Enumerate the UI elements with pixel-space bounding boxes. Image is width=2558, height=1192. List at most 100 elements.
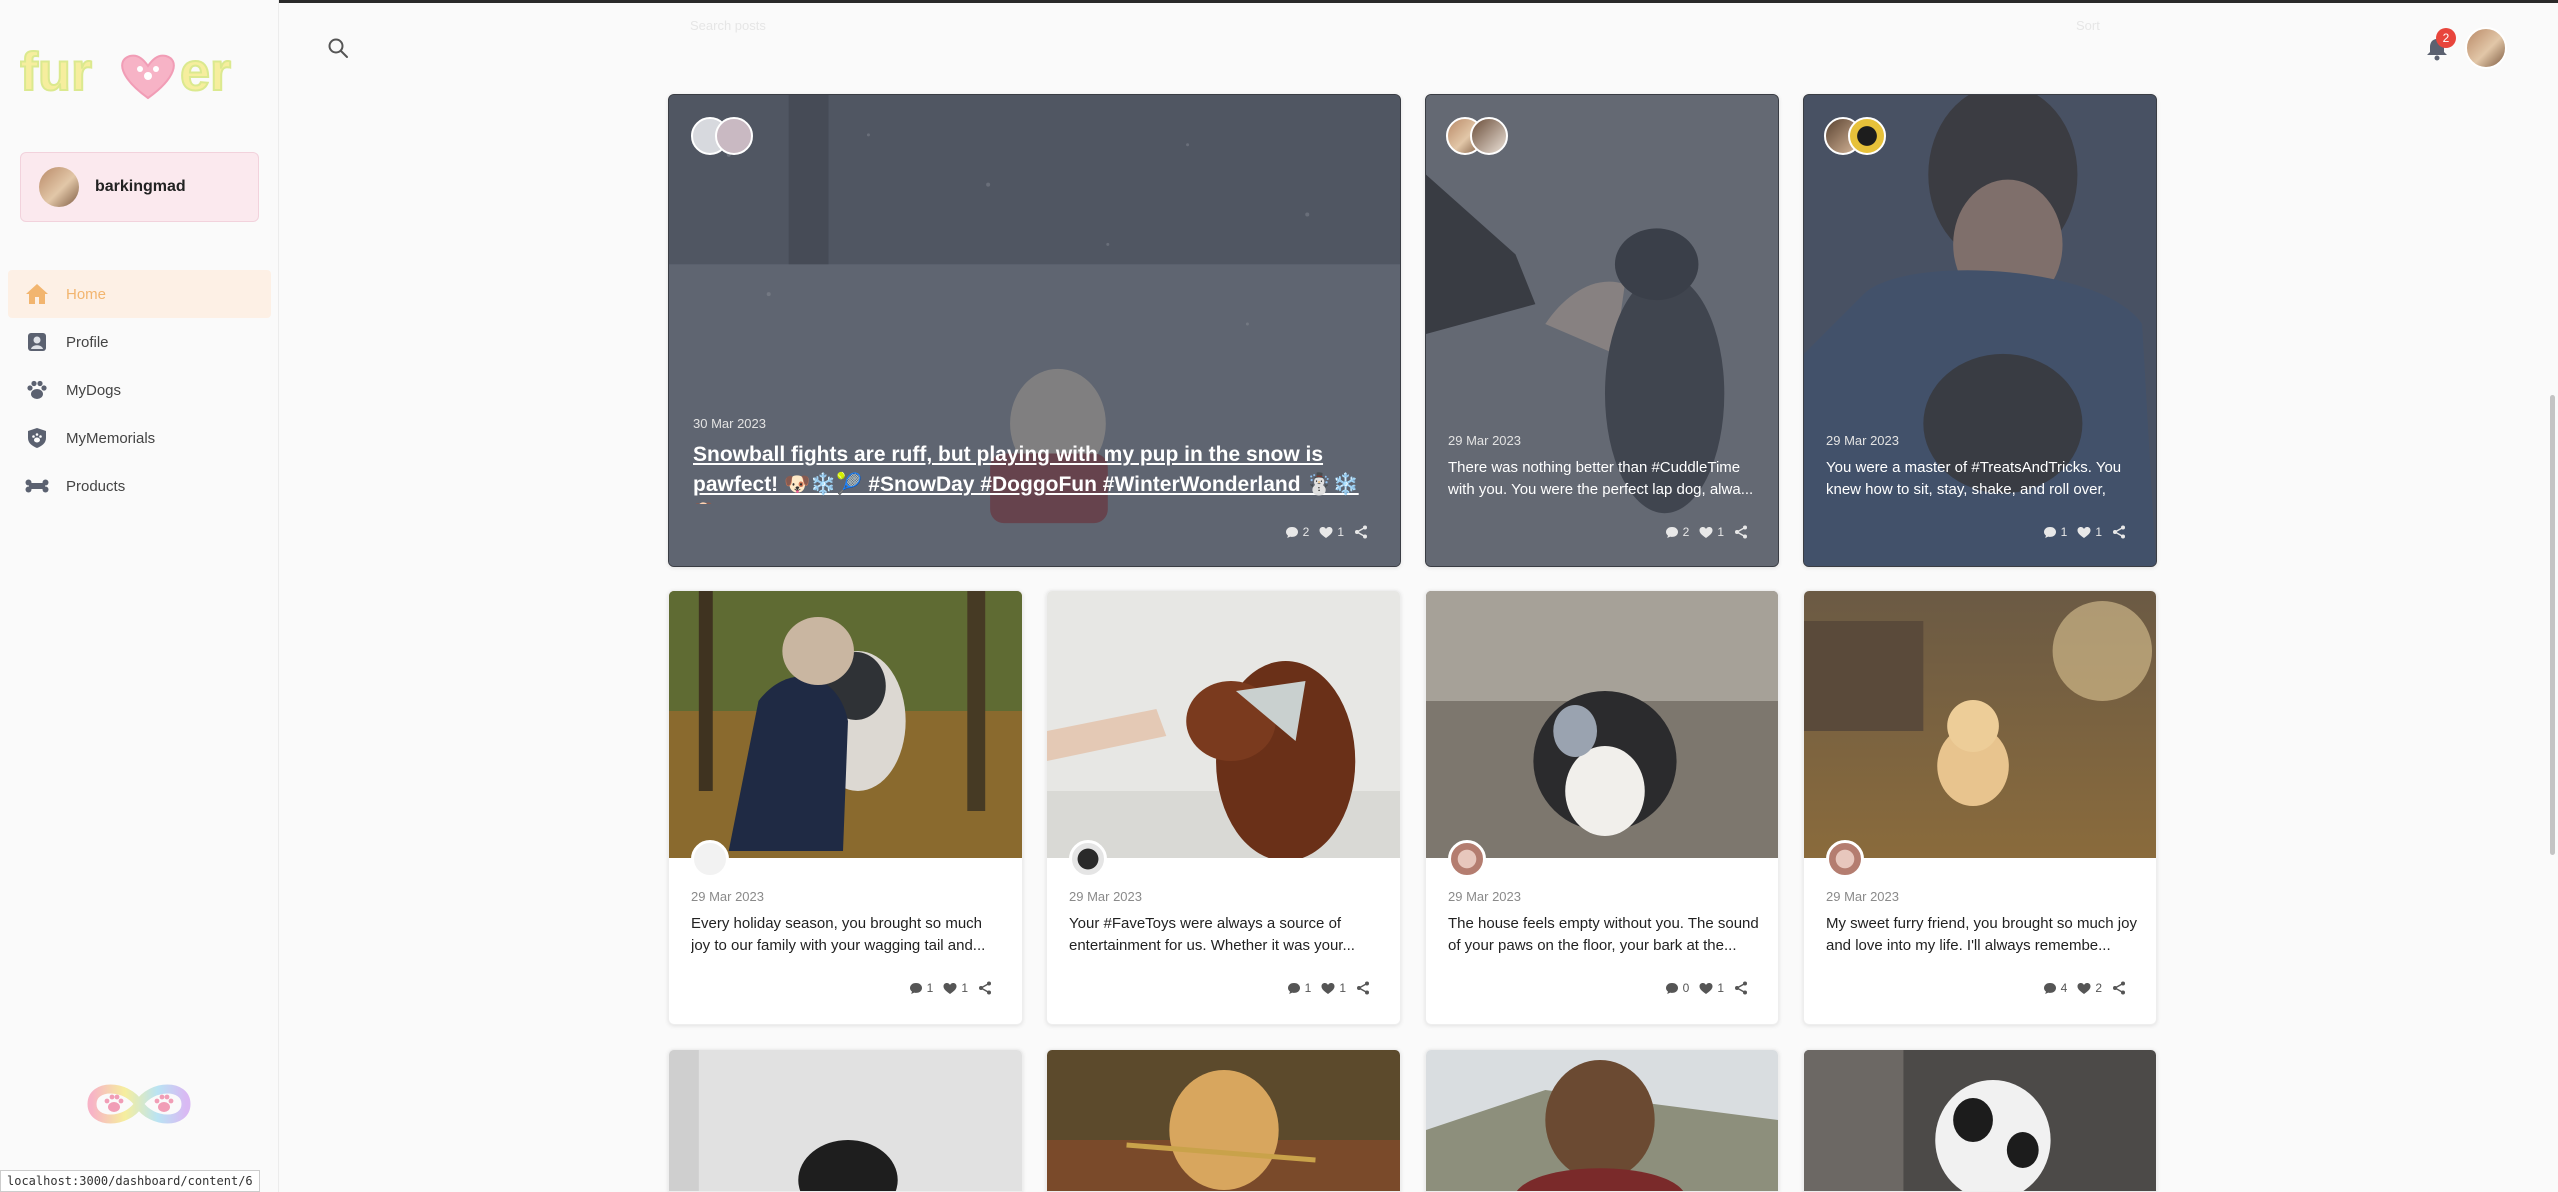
post-photo bbox=[1426, 591, 1778, 858]
share-button[interactable] bbox=[2112, 525, 2130, 539]
comment-count[interactable]: 1 bbox=[909, 981, 933, 995]
post-date: 29 Mar 2023 bbox=[1448, 433, 1521, 448]
like-count[interactable]: 1 bbox=[1699, 981, 1724, 995]
sidebar-item-home[interactable]: Home bbox=[8, 270, 271, 318]
post-card[interactable]: 29 Mar 2023 The house feels empty withou… bbox=[1425, 590, 1779, 1025]
like-count[interactable]: 2 bbox=[2077, 981, 2102, 995]
sidebar-item-label: MyMemorials bbox=[66, 429, 156, 447]
comment-count[interactable]: 2 bbox=[1665, 525, 1689, 539]
like-count[interactable]: 1 bbox=[1319, 525, 1344, 539]
author-avatar[interactable] bbox=[1826, 840, 1864, 878]
post-card[interactable]: 29 Mar 2023 My sweet furry friend, you b… bbox=[1803, 590, 2157, 1025]
share-icon bbox=[2113, 525, 2125, 539]
like-count[interactable]: 1 bbox=[1321, 981, 1346, 995]
share-icon bbox=[1735, 525, 1747, 539]
post-date: 29 Mar 2023 bbox=[691, 889, 764, 904]
profile-icon bbox=[24, 329, 50, 355]
share-icon bbox=[1357, 981, 1369, 995]
furever-logo[interactable]: fur er bbox=[20, 38, 260, 104]
post-photo bbox=[1804, 591, 2156, 858]
post-text[interactable]: You were a master of #TreatsAndTricks. Y… bbox=[1826, 457, 2138, 501]
comment-icon bbox=[1665, 982, 1678, 994]
sidebar-item-label: MyDogs bbox=[66, 381, 122, 399]
comment-count[interactable]: 1 bbox=[1287, 981, 1311, 995]
author-avatar[interactable] bbox=[691, 840, 729, 878]
post-card[interactable]: 29 Mar 2023 Every holiday season, you br… bbox=[668, 590, 1023, 1025]
comment-count[interactable]: 1 bbox=[2043, 525, 2067, 539]
shield-paw-icon bbox=[24, 425, 50, 451]
comment-icon bbox=[1285, 526, 1298, 538]
post-card[interactable] bbox=[1046, 1049, 1401, 1192]
post-card[interactable]: 29 Mar 2023 There was nothing better tha… bbox=[1425, 94, 1779, 567]
post-card[interactable]: 29 Mar 2023 You were a master of #Treats… bbox=[1803, 94, 2157, 567]
post-text[interactable]: Snowball fights are ruff, but playing wi… bbox=[693, 440, 1383, 504]
participant-avatars bbox=[1824, 117, 1886, 155]
like-count[interactable]: 1 bbox=[943, 981, 968, 995]
post-text[interactable]: Your #FaveToys were always a source of e… bbox=[1069, 913, 1381, 957]
sidebar-item-mydogs[interactable]: MyDogs bbox=[8, 366, 271, 414]
post-stats: 2 1 bbox=[1275, 525, 1372, 539]
sidebar-nav: Home Profile MyDogs MyMemorials Products bbox=[8, 270, 271, 510]
post-stats: 2 1 bbox=[1655, 525, 1752, 539]
post-photo bbox=[1047, 591, 1400, 858]
user-profile-card[interactable]: barkingmad bbox=[20, 152, 259, 222]
page-scrollbar[interactable] bbox=[2550, 395, 2555, 855]
post-date: 29 Mar 2023 bbox=[1448, 889, 1521, 904]
ghost-sort-text: Sort bbox=[2076, 18, 2100, 33]
share-button[interactable] bbox=[2112, 981, 2130, 995]
post-photo bbox=[669, 1050, 1022, 1191]
post-stats: 0 1 bbox=[1655, 981, 1752, 995]
home-icon bbox=[24, 281, 50, 307]
comment-count[interactable]: 4 bbox=[2043, 981, 2067, 995]
sidebar-item-label: Home bbox=[66, 285, 107, 303]
post-photo bbox=[1804, 1050, 2156, 1191]
share-button[interactable] bbox=[1734, 981, 1752, 995]
author-avatar[interactable] bbox=[1448, 840, 1486, 878]
comment-count[interactable]: 0 bbox=[1665, 981, 1689, 995]
share-button[interactable] bbox=[1356, 981, 1374, 995]
post-text[interactable]: My sweet furry friend, you brought so mu… bbox=[1826, 913, 2138, 957]
comment-icon bbox=[1665, 526, 1678, 538]
post-date: 29 Mar 2023 bbox=[1826, 433, 1899, 448]
avatar bbox=[715, 117, 753, 155]
heart-icon bbox=[943, 982, 957, 994]
post-stats: 1 1 bbox=[1277, 981, 1374, 995]
comment-icon bbox=[1287, 982, 1300, 994]
post-card[interactable] bbox=[668, 1049, 1023, 1192]
post-card-featured[interactable]: 30 Mar 2023 Snowball fights are ruff, bu… bbox=[668, 94, 1401, 567]
notification-badge: 2 bbox=[2436, 28, 2456, 48]
like-count[interactable]: 1 bbox=[1699, 525, 1724, 539]
post-card[interactable] bbox=[1425, 1049, 1779, 1192]
sidebar-item-products[interactable]: Products bbox=[8, 462, 271, 510]
sidebar-item-profile[interactable]: Profile bbox=[8, 318, 271, 366]
post-card[interactable]: 29 Mar 2023 Your #FaveToys were always a… bbox=[1046, 590, 1401, 1025]
sidebar-item-mymemorials[interactable]: MyMemorials bbox=[8, 414, 271, 462]
post-text[interactable]: There was nothing better than #CuddleTim… bbox=[1448, 457, 1760, 501]
post-stats: 1 1 bbox=[899, 981, 996, 995]
search-icon[interactable] bbox=[326, 36, 350, 60]
post-card[interactable] bbox=[1803, 1049, 2157, 1192]
share-icon bbox=[2113, 981, 2125, 995]
sidebar-item-label: Profile bbox=[66, 333, 109, 351]
avatar bbox=[1470, 117, 1508, 155]
heart-icon bbox=[2077, 526, 2091, 538]
post-text[interactable]: The house feels empty without you. The s… bbox=[1448, 913, 1760, 957]
share-icon bbox=[979, 981, 991, 995]
svg-text:er: er bbox=[180, 42, 231, 102]
share-button[interactable] bbox=[978, 981, 996, 995]
share-button[interactable] bbox=[1354, 525, 1372, 539]
user-name: barkingmad bbox=[95, 178, 186, 195]
comment-count[interactable]: 2 bbox=[1285, 525, 1309, 539]
post-text[interactable]: Every holiday season, you brought so muc… bbox=[691, 913, 1003, 957]
share-icon bbox=[1355, 525, 1367, 539]
author-avatar[interactable] bbox=[1069, 840, 1107, 878]
share-icon bbox=[1735, 981, 1747, 995]
participant-avatars bbox=[1446, 117, 1508, 155]
like-count[interactable]: 1 bbox=[2077, 525, 2102, 539]
paw-icon bbox=[24, 377, 50, 403]
account-avatar[interactable] bbox=[2465, 27, 2507, 69]
comment-icon bbox=[909, 982, 922, 994]
share-button[interactable] bbox=[1734, 525, 1752, 539]
sidebar: fur er barkingmad Home Profile MyDogs My… bbox=[0, 0, 279, 1192]
comment-icon bbox=[2043, 982, 2056, 994]
